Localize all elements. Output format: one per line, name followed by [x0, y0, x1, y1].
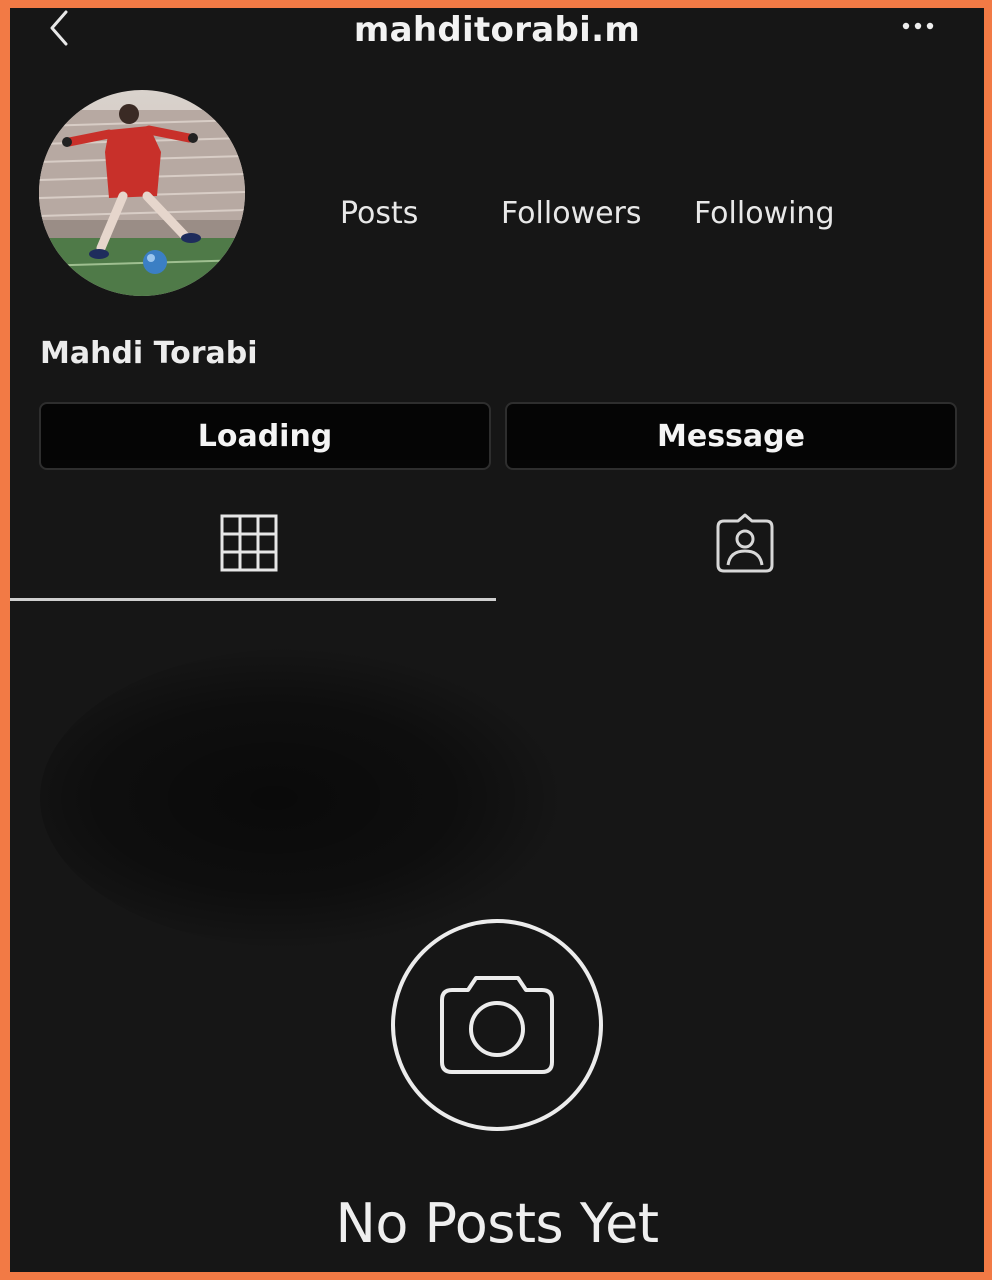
message-button[interactable]: Message: [505, 402, 957, 470]
stat-followers[interactable]: Followers: [501, 196, 642, 231]
grid-icon: [220, 514, 278, 572]
stat-posts[interactable]: Posts: [340, 196, 418, 231]
profile-username: mahditorabi.m: [353, 10, 641, 50]
top-bar: mahditorabi.m: [10, 8, 984, 58]
avatar[interactable]: [39, 90, 245, 296]
profile-stats: Posts Followers Following: [10, 196, 984, 236]
app-screen: mahditorabi.m Posts Followers Following …: [10, 8, 984, 1272]
tagged-person-icon: [716, 513, 774, 573]
tab-tagged[interactable]: [714, 513, 776, 575]
profile-photo: [39, 90, 245, 296]
camera-icon: [391, 919, 603, 1131]
empty-state-camera: [390, 918, 604, 1132]
profile-full-name: Mahdi Torabi: [40, 336, 258, 371]
tab-grid[interactable]: [219, 513, 279, 573]
background-shadow: [40, 648, 560, 948]
message-button-label: Message: [657, 418, 805, 454]
active-tab-indicator: [10, 598, 496, 601]
more-options-button[interactable]: [898, 14, 938, 38]
follow-loading-button[interactable]: Loading: [39, 402, 491, 470]
stat-following[interactable]: Following: [694, 196, 835, 231]
more-horizontal-icon: [902, 22, 934, 30]
follow-loading-label: Loading: [197, 418, 333, 454]
empty-state-title: No Posts Yet: [335, 1192, 659, 1255]
